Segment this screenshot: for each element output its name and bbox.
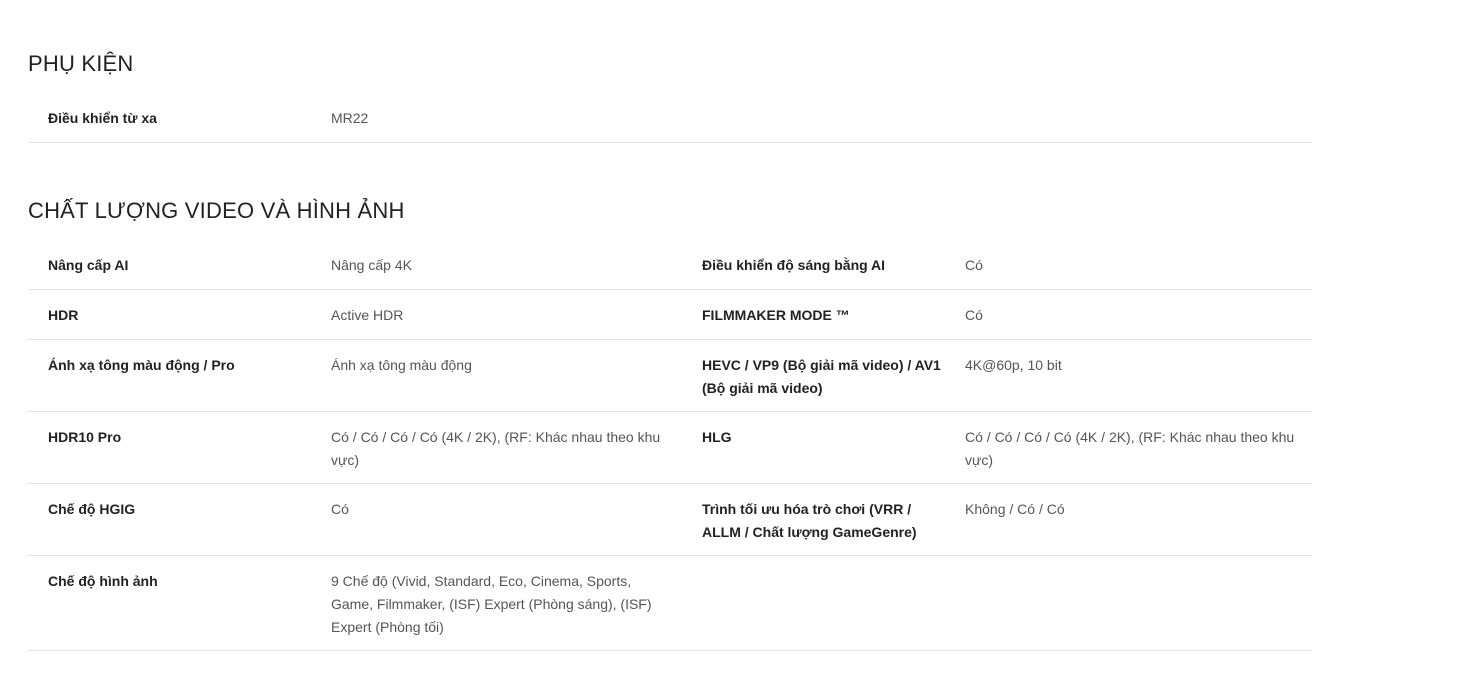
spec-value: Có / Có / Có / Có (4K / 2K), (RF: Khác n… [965, 429, 1295, 468]
spec-row: HDR10 Pro Có / Có / Có / Có (4K / 2K), (… [28, 412, 1312, 484]
spec-label: Điều khiển độ sáng bằng AI [702, 257, 886, 273]
spec-value: Ánh xạ tông màu động [331, 357, 472, 373]
spec-label: HEVC / VP9 (Bộ giải mã video) / AV1 (Bộ … [702, 357, 941, 396]
spec-label [682, 570, 965, 650]
spec-label: HDR [48, 307, 79, 323]
spec-label: HLG [702, 429, 732, 445]
spec-value: Có [965, 307, 983, 323]
spec-label: HDR10 Pro [48, 429, 122, 445]
spec-value: 9 Chế độ (Vivid, Standard, Eco, Cinema, … [331, 573, 652, 635]
spec-value [965, 570, 1312, 650]
spec-label: FILMMAKER MODE ™ [702, 307, 850, 323]
spec-value: Có [965, 257, 983, 273]
spec-value [965, 107, 1312, 142]
section-title-accessories: PHỤ KIỆN [28, 51, 134, 76]
spec-table-accessories: Điều khiển từ xa MR22 [28, 93, 1312, 143]
spec-value: Active HDR [331, 307, 404, 323]
spec-value: Nâng cấp 4K [331, 257, 412, 273]
spec-row: HDR Active HDR FILMMAKER MODE ™ Có [28, 290, 1312, 340]
spec-label: Nâng cấp AI [48, 257, 129, 273]
spec-value: Không / Có / Có [965, 501, 1065, 517]
spec-value: 4K@60p, 10 bit [965, 357, 1062, 373]
spec-value: Có / Có / Có / Có (4K / 2K), (RF: Khác n… [331, 429, 661, 468]
spec-label: Điều khiển từ xa [48, 110, 157, 126]
section-title-video-quality: CHẤT LƯỢNG VIDEO VÀ HÌNH ẢNH [28, 198, 405, 223]
spec-value: MR22 [331, 110, 369, 126]
spec-row: Nâng cấp AI Nâng cấp 4K Điều khiển độ sá… [28, 240, 1312, 290]
spec-label: Chế độ HGIG [48, 501, 136, 517]
spec-label: Ánh xạ tông màu động / Pro [48, 357, 235, 373]
spec-row: Điều khiển từ xa MR22 [28, 93, 1312, 143]
spec-row: Chế độ HGIG Có Trình tối ưu hóa trò chơi… [28, 484, 1312, 556]
spec-label: Trình tối ưu hóa trò chơi (VRR / ALLM / … [702, 501, 917, 540]
spec-value: Có [331, 501, 349, 517]
spec-label: Chế độ hình ảnh [48, 573, 158, 589]
spec-label [682, 107, 965, 142]
spec-row: Chế độ hình ảnh 9 Chế độ (Vivid, Standar… [28, 556, 1312, 651]
spec-table-video-quality: Nâng cấp AI Nâng cấp 4K Điều khiển độ sá… [28, 240, 1312, 651]
spec-row: Ánh xạ tông màu động / Pro Ánh xạ tông m… [28, 340, 1312, 412]
